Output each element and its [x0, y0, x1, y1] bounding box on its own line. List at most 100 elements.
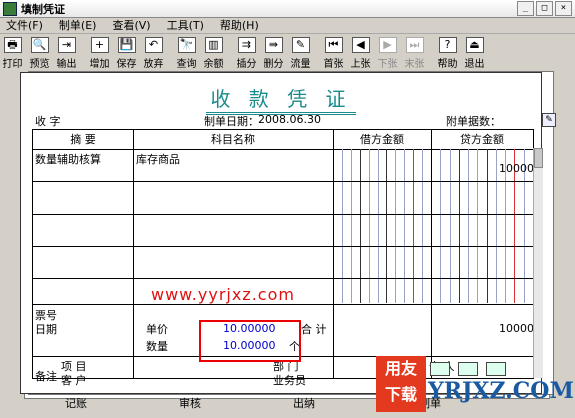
toolbar-label: 流量	[290, 59, 311, 70]
toolbar-label: 保存	[116, 59, 137, 70]
toolbar-icon: ⇥	[57, 37, 76, 53]
toolbar-button-9[interactable]: ⇉ 插分	[234, 34, 259, 70]
menu-view[interactable]: 查看(V)	[106, 17, 160, 33]
toolbar-icon: ?	[438, 37, 457, 53]
toolbar-button-6[interactable]: ↶ 放弃	[141, 34, 166, 70]
date-label: 制单日期：	[204, 115, 259, 128]
toolbar-button-12[interactable]: ⏮ 首张	[321, 34, 346, 70]
maximize-button[interactable]: □	[536, 1, 553, 16]
toolbar-icon: ⇛	[264, 37, 283, 53]
toolbar-label: 输出	[56, 59, 77, 70]
voucher-title: 收 款 凭 证	[206, 83, 356, 115]
digit-line	[440, 149, 441, 303]
yonyou-download-logo: 用友 下载	[376, 356, 426, 412]
window-title: 填制凭证	[21, 2, 65, 16]
menu-help[interactable]: 帮助(H)	[214, 17, 269, 33]
toolbar-icon: ⏮	[324, 37, 343, 53]
header-account: 科目名称	[133, 130, 333, 150]
header-debit: 借方金额	[333, 130, 431, 150]
attachment-label: 附单据数：	[446, 115, 501, 128]
summary-column	[33, 130, 134, 378]
toolbar-label: 放弃	[143, 59, 164, 70]
logo-line1: 用友	[384, 359, 417, 378]
toolbar-button-10[interactable]: ⇛ 删分	[261, 34, 286, 70]
toolbar-icon: 💾	[117, 37, 136, 53]
digit-line	[369, 149, 370, 303]
digit-line	[477, 149, 478, 303]
salesman-label: 业务员	[273, 374, 306, 387]
vertical-scrollbar[interactable]	[533, 148, 543, 378]
toolbar-icon: 🔭	[177, 37, 196, 53]
toolbar-icon: 🔍	[30, 37, 49, 53]
menu-voucher[interactable]: 制单(E)	[53, 17, 107, 33]
audit-label: 审核	[179, 397, 201, 410]
digit-line	[450, 149, 451, 303]
toolbar-button-3[interactable]: ⇥ 输出	[54, 34, 79, 70]
header-summary: 摘 要	[33, 130, 133, 150]
toolbar-button-1[interactable]: 🖶 打印	[0, 34, 25, 70]
menu-bar: 文件(F) 制单(E) 查看(V) 工具(T) 帮助(H)	[0, 17, 575, 34]
monitor-icon[interactable]	[458, 362, 478, 376]
row-divider	[33, 214, 533, 215]
menu-file[interactable]: 文件(F)	[0, 17, 53, 33]
header-credit: 贷方金额	[431, 130, 533, 150]
row-divider	[33, 304, 533, 305]
toolbar-label: 首张	[323, 59, 344, 70]
toolbar-button-5[interactable]: 💾 保存	[114, 34, 139, 70]
title-bar: 填制凭证 _ □ ×	[0, 0, 575, 18]
toolbar-label: 末张	[404, 59, 425, 70]
toolbar-label: 余额	[203, 59, 224, 70]
status-icons	[430, 362, 506, 376]
toolbar-label: 查询	[176, 59, 197, 70]
toolbar-icon: ↶	[144, 37, 163, 53]
price-label: 单价	[146, 323, 168, 336]
toolbar: 🖶 打印 🔍 预览 ⇥ 输出 + 增加 💾 保存 ↶ 放弃 🔭 查询 ▥ 余额 ⇉ 插分 ⇛ 删分 ✎ 流量 ⏮ 首张 ◀ 上张 ▶…	[0, 34, 575, 70]
quantity-highlight-box	[199, 320, 301, 362]
total-label: 合 计	[301, 323, 327, 336]
toolbar-label: 上张	[350, 59, 371, 70]
scrollbar-thumb[interactable]	[534, 148, 543, 168]
window-icon[interactable]	[486, 362, 506, 376]
digit-line	[404, 149, 405, 303]
digit-line	[395, 149, 396, 303]
toolbar-icon: ▥	[204, 37, 223, 53]
row-divider	[33, 181, 533, 182]
toolbar-label: 打印	[2, 59, 23, 70]
row1-account[interactable]: 库存商品	[136, 151, 180, 167]
toolbar-label: 下张	[377, 59, 398, 70]
digit-line	[496, 149, 497, 303]
toolbar-icon: ⇉	[237, 37, 256, 53]
logo-domain: YRJXZ.COM	[428, 378, 574, 404]
toolbar-label: 增加	[89, 59, 110, 70]
row1-credit[interactable]: 10000	[499, 162, 534, 175]
toolbar-icon: ⏭	[405, 37, 424, 53]
toolbar-button-14: ▶ 下张	[375, 34, 400, 70]
remark-label: 备注	[35, 370, 57, 383]
toolbar-icon: ✎	[291, 37, 310, 53]
qty-label: 数量	[146, 340, 168, 353]
close-button[interactable]: ×	[555, 1, 572, 16]
toolbar-button-13[interactable]: ◀ 上张	[348, 34, 373, 70]
toolbar-button-7[interactable]: 🔭 查询	[174, 34, 199, 70]
bookkeep-label: 记账	[65, 397, 87, 410]
toolbar-label: 帮助	[437, 59, 458, 70]
toolbar-label: 删分	[263, 59, 284, 70]
calculator-icon[interactable]	[430, 362, 450, 376]
app-icon	[3, 1, 17, 16]
voucher-date[interactable]: 2008.06.30	[258, 113, 321, 126]
attachment-icon[interactable]: ✎	[542, 113, 556, 127]
toolbar-button-16[interactable]: ? 帮助	[435, 34, 460, 70]
minimize-button[interactable]: _	[517, 1, 534, 16]
voucher-type[interactable]: 收 字	[35, 113, 61, 129]
row1-summary[interactable]: 数量辅助核算	[35, 151, 101, 167]
toolbar-button-4[interactable]: + 增加	[87, 34, 112, 70]
toolbar-icon: +	[90, 37, 109, 53]
toolbar-button-17[interactable]: ⏏ 退出	[462, 34, 487, 70]
toolbar-button-11[interactable]: ✎ 流量	[288, 34, 313, 70]
toolbar-button-2[interactable]: 🔍 预览	[27, 34, 52, 70]
digit-line	[468, 149, 469, 303]
customer-label: 客 户	[61, 374, 87, 387]
toolbar-button-8[interactable]: ▥ 余额	[201, 34, 226, 70]
toolbar-icon: ⏏	[465, 37, 484, 53]
menu-tools[interactable]: 工具(T)	[161, 17, 214, 33]
